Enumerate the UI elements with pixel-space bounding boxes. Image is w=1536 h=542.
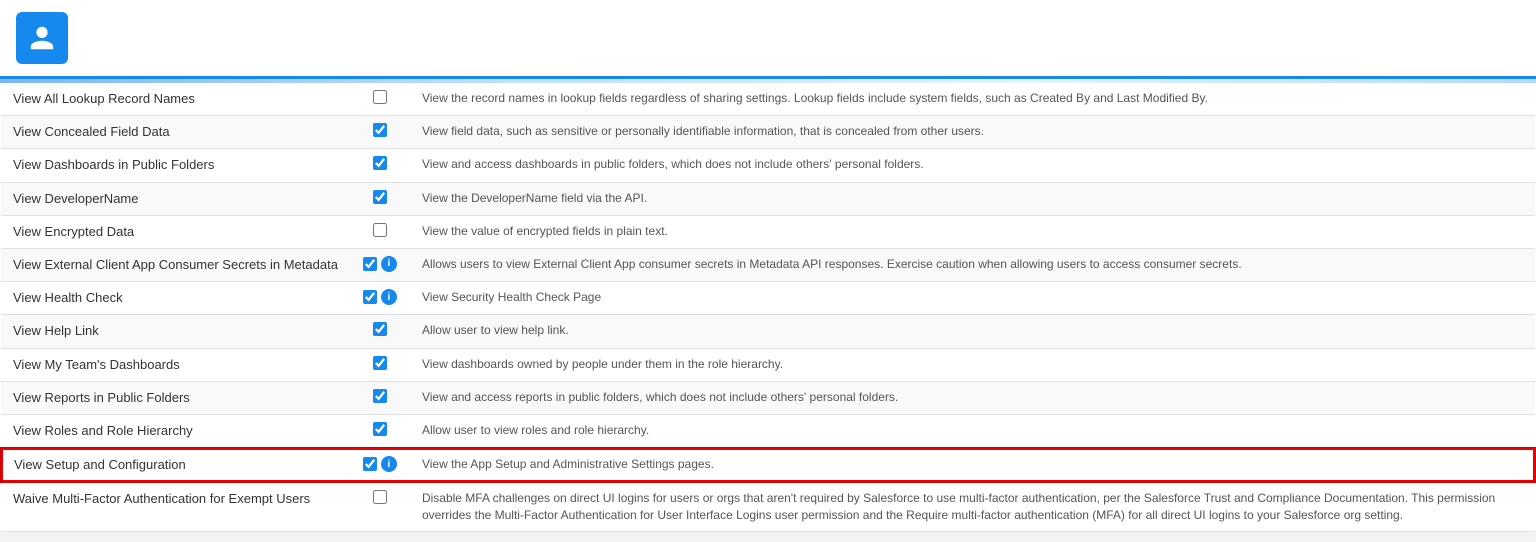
table-row: Waive Multi-Factor Authentication for Ex… (1, 482, 1535, 531)
info-button[interactable]: i (381, 256, 397, 272)
permission-name: View External Client App Consumer Secret… (1, 248, 350, 281)
permission-name: View Encrypted Data (1, 215, 350, 248)
permission-description: View field data, such as sensitive or pe… (410, 116, 1535, 149)
permission-checkbox[interactable] (363, 290, 377, 304)
table-row: View Help Link Allow user to view help li… (1, 315, 1535, 348)
table-row: View My Team's Dashboards View dashboards… (1, 348, 1535, 381)
permissions-table: View All Lookup Record Names View the rec… (0, 83, 1536, 532)
permission-name: View My Team's Dashboards (1, 348, 350, 381)
permission-name: View Setup and Configuration (1, 448, 350, 482)
permission-checkbox[interactable] (373, 123, 387, 137)
table-row: View DeveloperName View the DeveloperName… (1, 182, 1535, 215)
permission-description: View the DeveloperName field via the API… (410, 182, 1535, 215)
permission-name: View DeveloperName (1, 182, 350, 215)
permission-checkbox[interactable] (373, 389, 387, 403)
table-row: View All Lookup Record Names View the rec… (1, 83, 1535, 116)
page-header (0, 0, 1536, 79)
permission-description: View and access reports in public folder… (410, 381, 1535, 414)
permission-checkbox[interactable] (373, 422, 387, 436)
table-row: View Health Check i View Security Health C… (1, 282, 1535, 315)
permission-checkbox[interactable] (373, 190, 387, 204)
permission-checkbox[interactable] (373, 90, 387, 104)
permission-description: View the value of encrypted fields in pl… (410, 215, 1535, 248)
permission-checkbox-cell[interactable] (350, 182, 410, 215)
table-row: View Encrypted Data View the value of enc… (1, 215, 1535, 248)
permission-checkbox[interactable] (373, 223, 387, 237)
permission-checkbox-cell[interactable]: i (350, 282, 410, 315)
permission-description: View Security Health Check Page (410, 282, 1535, 315)
permission-name: View Reports in Public Folders (1, 381, 350, 414)
permission-checkbox-cell[interactable] (350, 315, 410, 348)
permission-checkbox[interactable] (373, 156, 387, 170)
permission-checkbox-cell[interactable] (350, 149, 410, 182)
permission-description: View and access dashboards in public fol… (410, 149, 1535, 182)
permission-checkbox[interactable] (373, 490, 387, 504)
permission-checkbox-cell[interactable] (350, 116, 410, 149)
permission-checkbox-cell[interactable] (350, 414, 410, 448)
permission-name: View Dashboards in Public Folders (1, 149, 350, 182)
info-button[interactable]: i (381, 289, 397, 305)
table-row: View Setup and Configuration i View the Ap… (1, 448, 1535, 482)
user-icon (28, 24, 56, 52)
permission-description: Allows users to view External Client App… (410, 248, 1535, 281)
permission-checkbox-cell[interactable] (350, 482, 410, 531)
permission-description: View the App Setup and Administrative Se… (410, 448, 1535, 482)
table-row: View Dashboards in Public Folders View an… (1, 149, 1535, 182)
permission-name: Waive Multi-Factor Authentication for Ex… (1, 482, 350, 531)
permission-checkbox-cell[interactable] (350, 348, 410, 381)
permission-checkbox[interactable] (373, 322, 387, 336)
table-row: View Concealed Field Data View field data… (1, 116, 1535, 149)
permission-description: Allow user to view roles and role hierar… (410, 414, 1535, 448)
header-icon (16, 12, 68, 64)
permission-description: Allow user to view help link. (410, 315, 1535, 348)
permission-checkbox-cell[interactable] (350, 215, 410, 248)
table-row: View External Client App Consumer Secret… (1, 248, 1535, 281)
permission-name: View All Lookup Record Names (1, 83, 350, 116)
permission-name: View Health Check (1, 282, 350, 315)
permission-checkbox-cell[interactable]: i (350, 248, 410, 281)
permission-checkbox-cell[interactable] (350, 83, 410, 116)
permission-name: View Concealed Field Data (1, 116, 350, 149)
permission-description: View dashboards owned by people under th… (410, 348, 1535, 381)
permission-name: View Roles and Role Hierarchy (1, 414, 350, 448)
permission-checkbox[interactable] (373, 356, 387, 370)
permission-description: View the record names in lookup fields r… (410, 83, 1535, 116)
permission-name: View Help Link (1, 315, 350, 348)
permission-checkbox-cell[interactable]: i (350, 448, 410, 482)
table-row: View Reports in Public Folders View and a… (1, 381, 1535, 414)
permission-checkbox[interactable] (363, 257, 377, 271)
permission-description: Disable MFA challenges on direct UI logi… (410, 482, 1535, 531)
permission-checkbox[interactable] (363, 457, 377, 471)
permission-checkbox-cell[interactable] (350, 381, 410, 414)
table-row: View Roles and Role Hierarchy Allow user … (1, 414, 1535, 448)
info-button[interactable]: i (381, 456, 397, 472)
